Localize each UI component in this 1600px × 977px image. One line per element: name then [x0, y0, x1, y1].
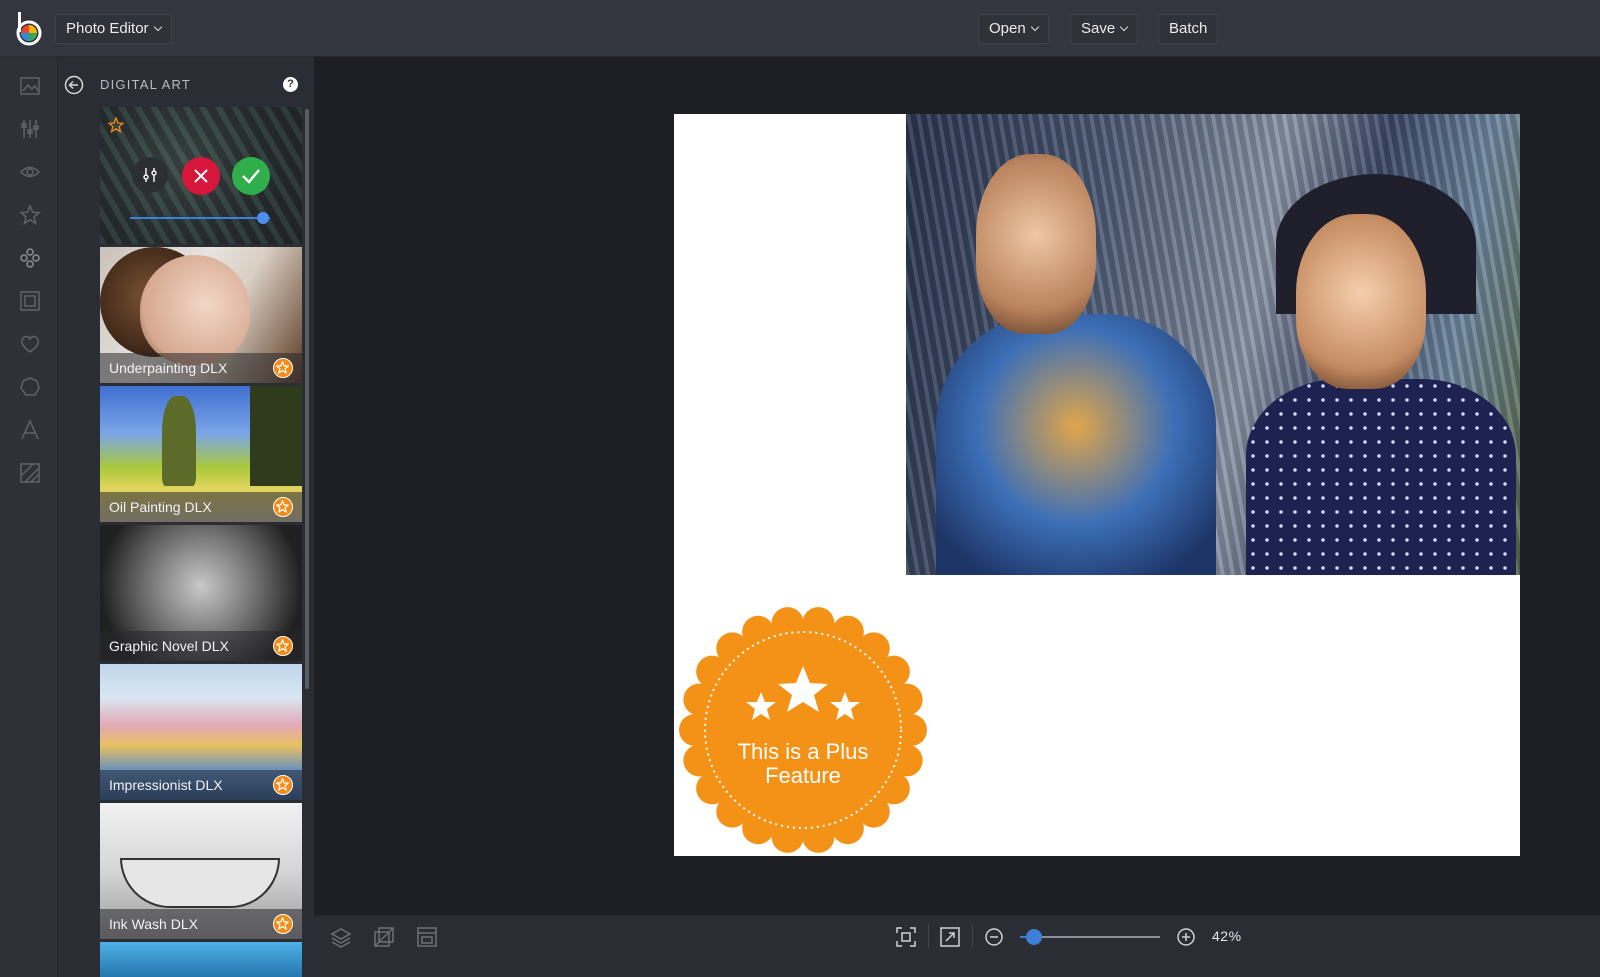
top-bar: Photo Editor Open Save Batch: [0, 0, 1600, 57]
effect-label: Underpainting DLX: [100, 353, 302, 383]
fit-screen-icon[interactable]: [895, 926, 917, 948]
star-icon[interactable]: [19, 204, 41, 226]
plus-star-icon: [273, 358, 293, 378]
plus-star-icon: [273, 775, 293, 795]
batch-button[interactable]: Batch: [1158, 14, 1219, 44]
save-label: Save: [1081, 20, 1116, 37]
photo-subject-1-body: [936, 314, 1216, 575]
effect-item-oil-painting[interactable]: Oil Painting DLX: [100, 386, 302, 522]
chevron-down-icon: [1030, 22, 1039, 32]
effects-icon[interactable]: [19, 247, 41, 269]
adjust-sliders-icon: [143, 168, 157, 182]
apply-effect-button[interactable]: [232, 157, 270, 195]
app-mode-label: Photo Editor: [66, 20, 149, 37]
open-button[interactable]: Open: [978, 14, 1049, 44]
chevron-down-icon: [1119, 22, 1129, 32]
close-icon: [194, 169, 208, 183]
heart-icon[interactable]: [19, 333, 41, 355]
effect-thumbnail-face: [140, 255, 250, 365]
document-canvas[interactable]: This is a Plus Feature: [674, 114, 1520, 856]
edited-photo[interactable]: [906, 114, 1520, 575]
effect-item-next[interactable]: [100, 942, 302, 977]
panel-scrollbar[interactable]: [305, 109, 309, 689]
help-icon[interactable]: ?: [283, 77, 298, 92]
canvas-area: This is a Plus Feature: [314, 57, 1600, 915]
plus-star-icon: [273, 497, 293, 517]
tool-rail: [0, 57, 58, 977]
sliders-icon[interactable]: [19, 118, 41, 140]
back-arrow-icon[interactable]: [64, 75, 84, 95]
zoom-slider-knob[interactable]: [1026, 929, 1042, 945]
frame-icon[interactable]: [19, 290, 41, 312]
toolbar-divider: [928, 924, 929, 948]
plus-feature-line2: Feature: [765, 763, 841, 788]
checkmark-icon: [242, 169, 260, 184]
panel-title: DIGITAL ART: [100, 77, 191, 92]
plus-star-icon: [273, 636, 293, 656]
effect-thumbnail-boat: [120, 858, 280, 908]
scalloped-seal-icon: [679, 607, 927, 853]
open-label: Open: [989, 20, 1026, 37]
text-icon[interactable]: [19, 419, 41, 441]
active-effect-card: [100, 107, 302, 244]
crop-compare-icon[interactable]: [373, 926, 395, 948]
app-mode-menu[interactable]: Photo Editor: [55, 14, 172, 44]
zoom-in-icon[interactable]: [1175, 926, 1197, 948]
toolbar-divider: [972, 924, 973, 948]
effect-label: Oil Painting DLX: [100, 492, 302, 522]
shape-icon[interactable]: [19, 376, 41, 398]
plus-feature-badge[interactable]: This is a Plus Feature: [679, 606, 927, 854]
eye-icon[interactable]: [19, 161, 41, 183]
effects-panel: DIGITAL ART ? Underpainting DLX Oil Pain…: [58, 57, 314, 977]
plus-star-icon: [273, 914, 293, 934]
bottom-toolbar: 42%: [314, 915, 1600, 977]
effect-item-underpainting[interactable]: Underpainting DLX: [100, 247, 302, 383]
effect-label: Ink Wash DLX: [100, 909, 302, 939]
image-icon[interactable]: [19, 75, 41, 97]
save-button[interactable]: Save: [1070, 14, 1139, 44]
photo-subject-1-face: [976, 154, 1096, 334]
template-icon[interactable]: [416, 926, 438, 948]
texture-icon[interactable]: [19, 462, 41, 484]
zoom-out-icon[interactable]: [983, 926, 1005, 948]
intensity-slider-knob[interactable]: [257, 212, 269, 224]
intensity-slider-track[interactable]: [130, 217, 270, 219]
effect-item-graphic-novel[interactable]: Graphic Novel DLX: [100, 525, 302, 661]
chevron-down-icon: [153, 22, 162, 32]
actual-size-icon[interactable]: [939, 926, 961, 948]
befunky-logo-icon[interactable]: [16, 12, 46, 46]
favorite-star-icon[interactable]: [107, 116, 125, 134]
effect-item-ink-wash[interactable]: Ink Wash DLX: [100, 803, 302, 939]
cancel-effect-button[interactable]: [182, 157, 220, 195]
plus-feature-line1: This is a Plus: [737, 739, 869, 764]
effect-item-impressionist[interactable]: Impressionist DLX: [100, 664, 302, 800]
layers-icon[interactable]: [330, 926, 352, 948]
batch-label: Batch: [1169, 20, 1208, 37]
photo-subject-2-body: [1246, 379, 1516, 575]
photo-subject-2-face: [1296, 214, 1426, 389]
effect-thumbnail-trees: [250, 386, 302, 486]
effect-label: Impressionist DLX: [100, 770, 302, 800]
effect-thumbnail: [162, 396, 196, 486]
zoom-value: 42%: [1212, 928, 1242, 944]
effect-settings-button[interactable]: [132, 157, 168, 193]
effect-label: Graphic Novel DLX: [100, 631, 302, 661]
